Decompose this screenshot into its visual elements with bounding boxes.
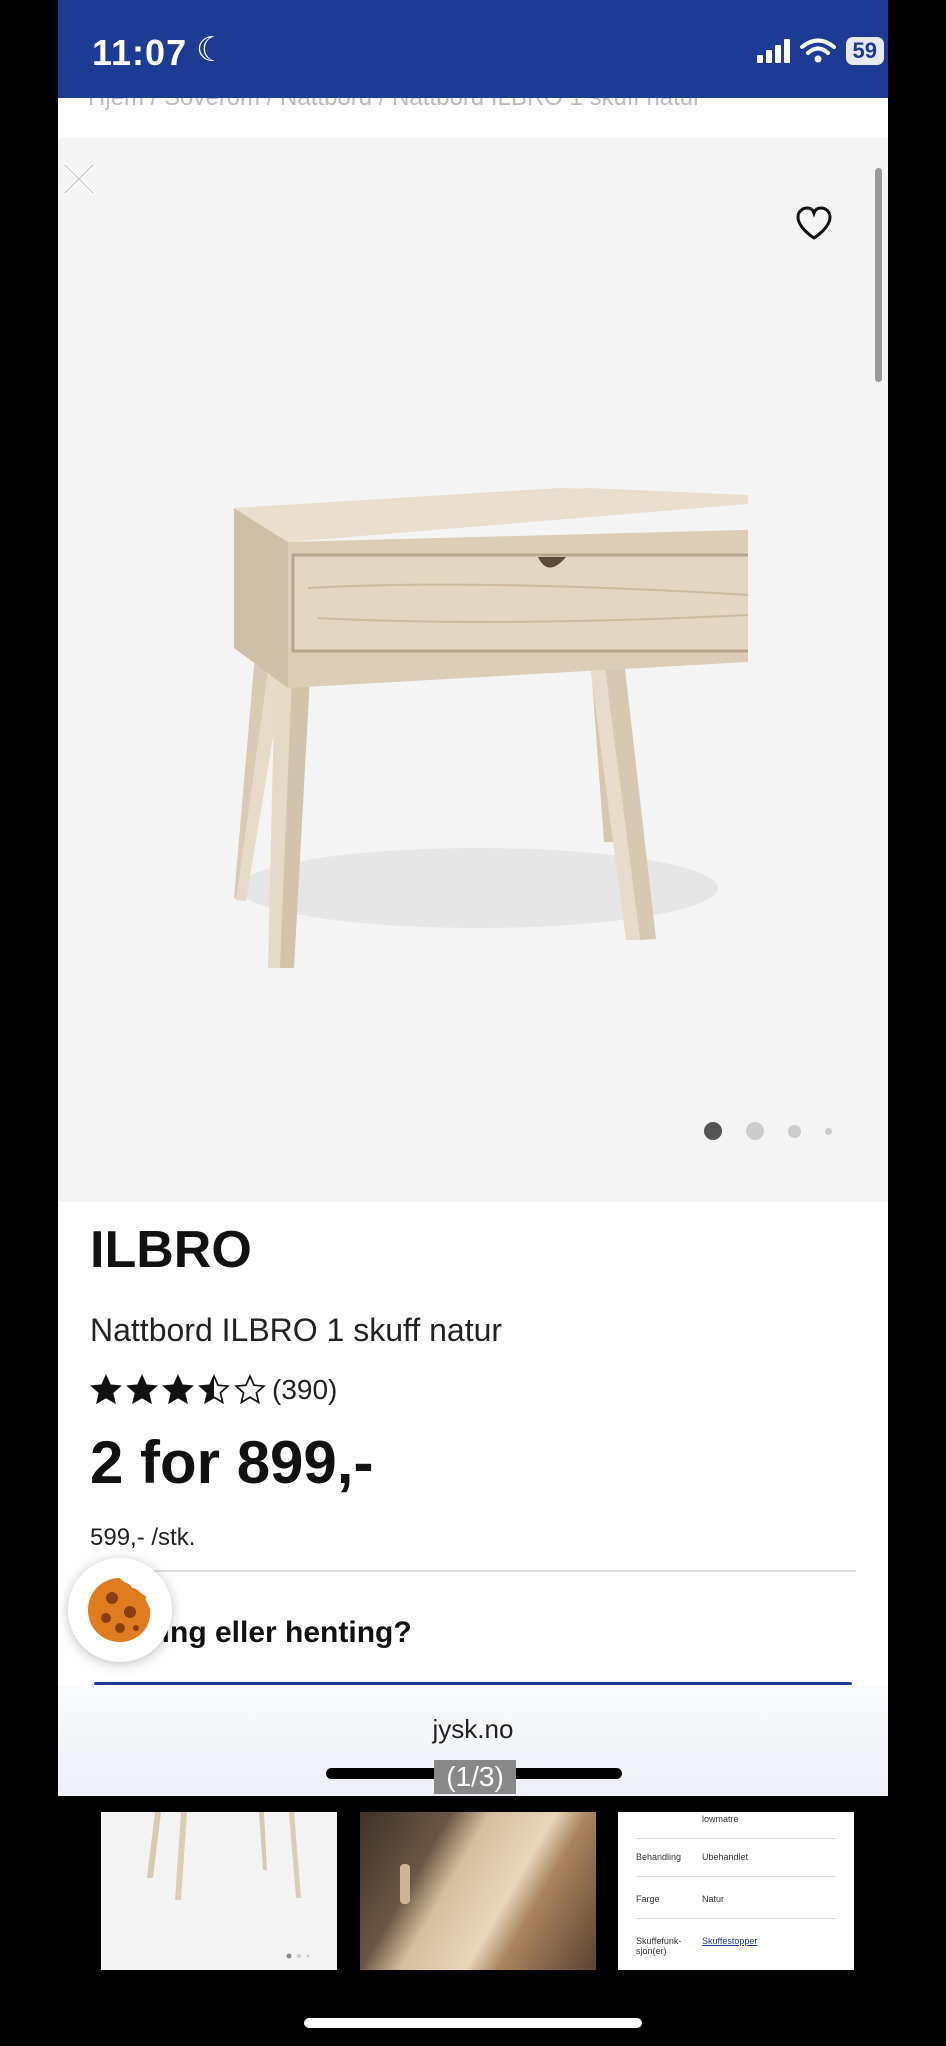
breadcrumb-text: Hjem / Soverom / Nattbord / Nattbord ILB… xyxy=(88,98,701,112)
divider xyxy=(90,1570,856,1572)
cookie-consent-button[interactable] xyxy=(68,1558,172,1662)
button-top-edge xyxy=(94,1682,852,1685)
spec-divider xyxy=(636,1838,836,1839)
spec-key: Farge xyxy=(636,1894,660,1904)
star-icon xyxy=(162,1374,194,1405)
product-rating[interactable]: (390) xyxy=(90,1372,856,1408)
product-name: Nattbord ILBRO 1 skuff natur xyxy=(90,1312,503,1348)
thumbnail-drawer-closeup xyxy=(400,1864,410,1904)
product-brand: ILBRO xyxy=(90,1221,252,1279)
status-time: 11:07 xyxy=(92,32,188,73)
url-text[interactable]: jysk.no xyxy=(58,1714,888,1745)
thumbnail-table-legs xyxy=(147,1812,310,1959)
star-icon xyxy=(198,1374,230,1405)
gallery-dot-active[interactable] xyxy=(704,1122,722,1140)
gallery-dot[interactable] xyxy=(746,1122,764,1140)
spec-divider xyxy=(636,1876,836,1877)
system-home-indicator xyxy=(304,2018,642,2028)
status-icons: 59 xyxy=(756,36,884,66)
thumbnail-3[interactable]: lowmatre Behandling Ubehandlet Farge Natur Sk… xyxy=(618,1812,854,1970)
moon-icon: ☾ xyxy=(196,31,227,69)
scroll-indicator xyxy=(875,168,882,382)
cookie-icon xyxy=(88,1578,151,1642)
battery-indicator: 59 xyxy=(845,37,884,65)
signal-icon xyxy=(756,39,790,63)
star-icon xyxy=(126,1374,158,1405)
screenshot-thumbnails: lowmatre Behandling Ubehandlet Farge Natur Sk… xyxy=(0,1812,946,1972)
spec-value: Ubehandlet xyxy=(702,1852,749,1862)
wifi-icon xyxy=(799,38,836,63)
close-icon[interactable] xyxy=(62,162,96,196)
spec-value: lowmatre xyxy=(702,1814,739,1824)
gallery-pagination[interactable] xyxy=(704,1122,832,1140)
unit-price: 599,- /stk. xyxy=(90,1524,196,1551)
phone-screen: 11:07 ☾ 59 Hjem / Soverom / Nattbord / N… xyxy=(58,0,888,1796)
delivery-heading[interactable]: ring eller henting? xyxy=(150,1616,412,1650)
review-count[interactable]: (390) xyxy=(272,1374,337,1406)
star-icon xyxy=(234,1374,266,1405)
product-info: ILBRO Nattbord ILBRO 1 skuff natur (390)… xyxy=(90,1220,856,1552)
image-counter: (1/3) xyxy=(434,1760,516,1794)
spec-key: Skuffefunk-sjon(er) xyxy=(636,1936,682,1956)
favorite-heart-icon[interactable] xyxy=(794,204,834,244)
product-image-nightstand xyxy=(234,488,748,968)
thumbnail-1[interactable] xyxy=(101,1812,337,1970)
thumbnail-2[interactable] xyxy=(360,1812,596,1970)
rating-stars xyxy=(90,1374,266,1406)
gallery-dot[interactable] xyxy=(825,1127,832,1135)
spec-key: Behandling xyxy=(636,1852,682,1862)
product-image-gallery[interactable] xyxy=(58,138,888,1202)
spec-divider xyxy=(636,1918,836,1919)
breadcrumb[interactable]: Hjem / Soverom / Nattbord / Nattbord ILB… xyxy=(58,98,888,136)
browser-url-bar[interactable]: jysk.no (1/3) xyxy=(58,1686,888,1796)
gallery-dot[interactable] xyxy=(788,1124,801,1138)
spec-value: Natur xyxy=(702,1894,725,1904)
spec-value: Skuffestopper xyxy=(702,1936,758,1946)
product-price: 2 for 899,- xyxy=(90,1429,374,1496)
status-bar: 11:07 ☾ 59 xyxy=(58,0,888,98)
star-icon xyxy=(90,1374,122,1405)
